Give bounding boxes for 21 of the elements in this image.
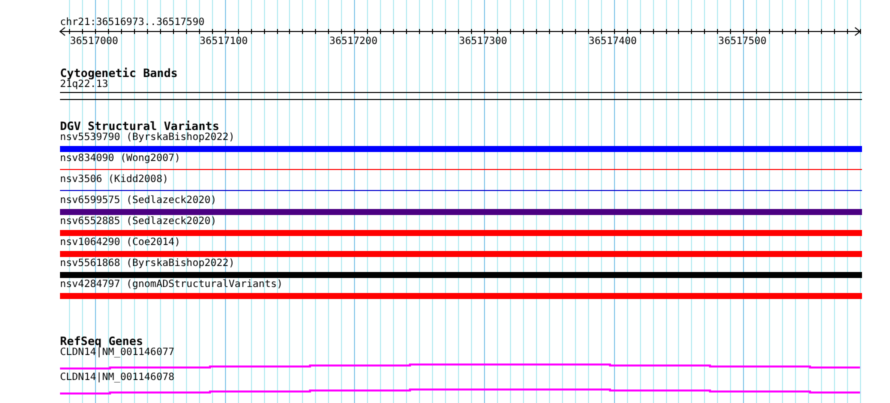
feature-label: CLDN14|NM_001146078 [60, 372, 174, 384]
tick-label: 36517000 [70, 36, 118, 47]
region-label: chr21:36516973..36517590 [60, 17, 204, 28]
feature-label: nsv6599575 (Sedlazeck2020) [60, 195, 217, 207]
track-title: Cytogenetic Bands [60, 67, 178, 79]
tick-label: 36517300 [458, 36, 508, 47]
feature-label: nsv1064290 (Coe2014) [60, 237, 180, 249]
feature-label: nsv4284797 (gnomADStructuralVariants) [60, 279, 283, 291]
tick-label: 36517400 [588, 36, 637, 47]
track-title: DGV Structural Variants [60, 120, 220, 132]
feature-label: nsv834090 (Wong2007) [60, 153, 180, 165]
feature-label: nsv5539790 (ByrskaBishop2022) [60, 132, 235, 144]
feature-label: 21q22.13 [60, 79, 108, 91]
feature-label: CLDN14|NM_001146077 [60, 347, 174, 359]
track-title: RefSeq Genes [60, 335, 144, 347]
feature-label: nsv5561868 (ByrskaBishop2022) [60, 258, 235, 270]
feature-label: nsv6552885 (Sedlazeck2020) [60, 216, 217, 228]
tick-label: 36517500 [718, 36, 766, 47]
feature-label: nsv3506 (Kidd2008) [60, 174, 168, 186]
tick-label: 36517200 [329, 36, 378, 47]
tick-label: 36517100 [200, 36, 248, 47]
